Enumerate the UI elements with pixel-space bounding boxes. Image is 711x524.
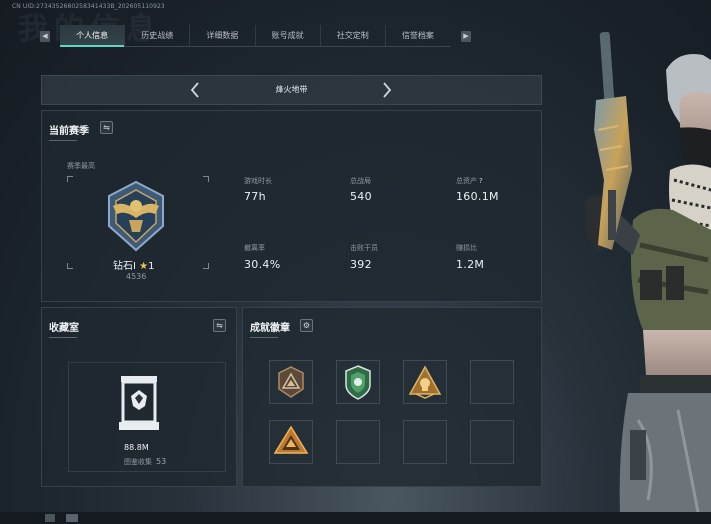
stat-label-total-assets-text: 总资产: [456, 177, 477, 185]
mode-selector: 烽火地带: [41, 75, 542, 105]
rank-name: 钻石I: [113, 261, 136, 272]
swap-icon[interactable]: ⇋: [100, 121, 113, 134]
badge-slot[interactable]: [403, 360, 447, 404]
tab-next-button[interactable]: ▶: [461, 31, 471, 42]
tab-bar: 个人信息 历史战绩 详细数据 账号成就 社交定制 信誉档案: [60, 25, 450, 47]
title-underline: [49, 337, 77, 338]
frame-corner: [203, 176, 209, 182]
badge-slot[interactable]: [269, 420, 313, 464]
stat-value-profit-ratio: 1.2M: [456, 258, 485, 271]
tab-personal-info[interactable]: 个人信息: [60, 25, 126, 47]
rank-display: 钻石I ★1: [113, 257, 154, 272]
badge-slot[interactable]: [336, 360, 380, 404]
stat-value-operators-defeated: 392: [350, 258, 372, 271]
stat-value-playtime: 77h: [244, 190, 266, 203]
season-best-label: 赛季最高: [67, 162, 95, 170]
tab-prev-button[interactable]: ◀: [40, 31, 50, 42]
frame-corner: [67, 263, 73, 269]
star-icon: ★: [139, 261, 149, 272]
title-underline: [250, 337, 278, 338]
bottom-bar: [0, 512, 711, 524]
frame-corner: [203, 263, 209, 269]
character-illustration: [584, 31, 711, 512]
bottom-key-hint-icon[interactable]: [45, 514, 55, 522]
stat-value-extraction-rate: 30.4%: [244, 258, 281, 271]
gear-icon[interactable]: ⚙: [300, 319, 313, 332]
badge-slot-empty[interactable]: [336, 420, 380, 464]
stat-label-total-assets: 总资产?: [456, 176, 483, 186]
tab-social[interactable]: 社交定制: [321, 25, 386, 46]
collection-value: 88.8M: [124, 443, 149, 452]
gold-skull-triangle-badge-icon: [408, 365, 442, 399]
tab-detailed-data[interactable]: 详细数据: [190, 25, 256, 46]
season-panel-title: 当前赛季: [49, 126, 89, 137]
stat-label-profit-ratio: 赚损比: [456, 244, 477, 252]
stat-label-total-matches: 总战局: [350, 177, 371, 185]
display-case-icon: [119, 376, 159, 430]
collection-label: 图鉴收集: [124, 458, 152, 466]
title-underline: [49, 140, 77, 141]
bottom-key-hint-icon[interactable]: [66, 514, 78, 522]
chevron-right-icon[interactable]: [380, 80, 394, 100]
collection-panel-title: 收藏室: [49, 323, 79, 334]
mode-name: 烽火地带: [275, 85, 308, 94]
tab-history[interactable]: 历史战绩: [125, 25, 191, 46]
badge-slot[interactable]: [269, 360, 313, 404]
help-icon[interactable]: ?: [479, 177, 483, 185]
badge-slot-empty[interactable]: [403, 420, 447, 464]
stat-value-total-matches: 540: [350, 190, 372, 203]
rank-emblem-icon: [108, 180, 164, 252]
rank-score: 4536: [126, 272, 147, 281]
stat-label-playtime: 游戏时长: [244, 177, 272, 185]
green-shield-badge-icon: [345, 365, 371, 400]
tab-reputation[interactable]: 信誉档案: [386, 25, 450, 46]
mountain-triangle-badge-icon: [278, 366, 304, 398]
badge-slot-empty[interactable]: [470, 360, 514, 404]
badges-panel-title: 成就徽章: [250, 323, 290, 334]
collection-count: 53: [156, 457, 167, 466]
stat-value-total-assets: 160.1M: [456, 190, 499, 203]
stat-label-extraction-rate: 撤离率: [244, 244, 265, 252]
rank-level: 1: [148, 261, 155, 272]
badge-slot-empty[interactable]: [470, 420, 514, 464]
frame-corner: [67, 176, 73, 182]
stat-label-operators-defeated: 击败干员: [350, 244, 378, 252]
swap-icon[interactable]: ⇋: [213, 319, 226, 332]
tab-achievements[interactable]: 账号成就: [256, 25, 321, 46]
orange-triangle-badge-icon: [273, 425, 309, 454]
